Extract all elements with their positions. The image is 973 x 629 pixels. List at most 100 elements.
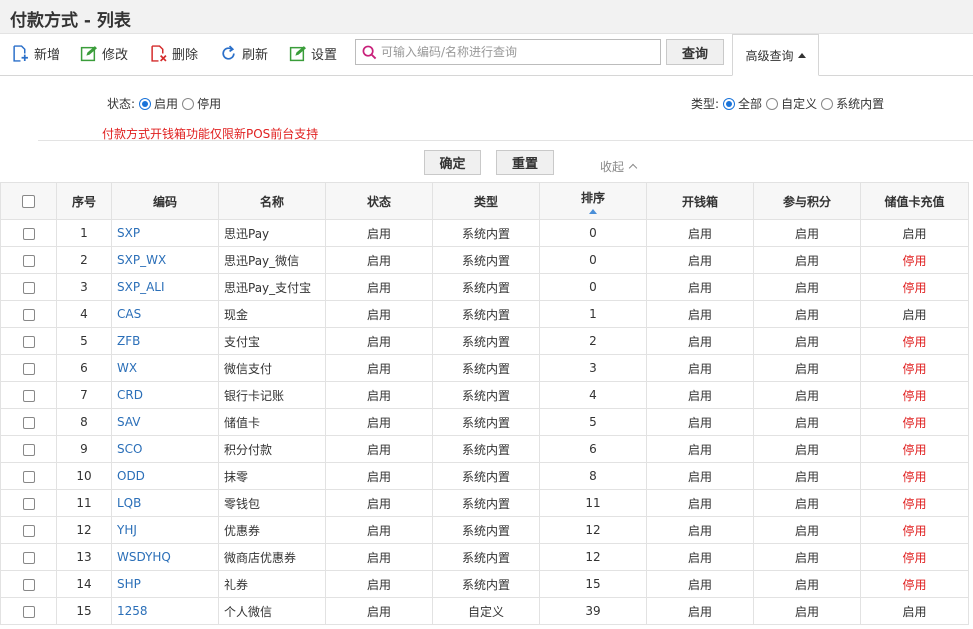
table-row[interactable]: 6 WX 微信支付 启用 系统内置 3 启用 启用 停用 <box>0 354 969 382</box>
sort-cell: 5 <box>539 408 647 436</box>
column-header-stored-value[interactable]: 储值卡充值 <box>860 182 969 220</box>
row-checkbox[interactable] <box>22 578 35 591</box>
table-row[interactable]: 7 CRD 银行卡记账 启用 系统内置 4 启用 启用 停用 <box>0 381 969 409</box>
table-row[interactable]: 2 SXP_WX 思迅Pay_微信 启用 系统内置 0 启用 启用 停用 <box>0 246 969 274</box>
cash-drawer-cell: 启用 <box>646 516 754 544</box>
row-select-cell <box>0 462 57 490</box>
stored-value-cell: 启用 <box>860 597 969 625</box>
table-row[interactable]: 11 LQB 零钱包 启用 系统内置 11 启用 启用 停用 <box>0 489 969 517</box>
type-filter: 类型: 全部 自定义 系统内置 <box>691 95 884 112</box>
points-cell: 启用 <box>753 246 861 274</box>
type-radio-custom[interactable]: 自定义 <box>766 95 817 112</box>
row-checkbox[interactable] <box>22 335 35 348</box>
code-link[interactable]: YHJ <box>111 516 219 544</box>
row-checkbox[interactable] <box>22 551 35 564</box>
table-row[interactable]: 14 SHP 礼券 启用 系统内置 15 启用 启用 停用 <box>0 570 969 598</box>
status-cell: 启用 <box>325 435 433 463</box>
column-header-points[interactable]: 参与积分 <box>753 182 861 220</box>
table-row[interactable]: 8 SAV 储值卡 启用 系统内置 5 启用 启用 停用 <box>0 408 969 436</box>
column-header-name[interactable]: 名称 <box>218 182 326 220</box>
type-cell: 自定义 <box>432 597 540 625</box>
points-cell: 启用 <box>753 354 861 382</box>
code-link[interactable]: SXP_WX <box>111 246 219 274</box>
search-input[interactable] <box>381 45 651 59</box>
refresh-button[interactable]: 刷新 <box>220 42 268 64</box>
code-link[interactable]: SXP_ALI <box>111 273 219 301</box>
row-select-cell <box>0 570 57 598</box>
row-checkbox[interactable] <box>22 497 35 510</box>
table-row[interactable]: 12 YHJ 优惠券 启用 系统内置 12 启用 启用 停用 <box>0 516 969 544</box>
points-cell: 启用 <box>753 543 861 571</box>
row-checkbox[interactable] <box>22 389 35 402</box>
table-row[interactable]: 10 ODD 抹零 启用 系统内置 8 启用 启用 停用 <box>0 462 969 490</box>
code-link[interactable]: SCO <box>111 435 219 463</box>
type-cell: 系统内置 <box>432 381 540 409</box>
row-index: 4 <box>56 300 112 328</box>
row-index: 5 <box>56 327 112 355</box>
status-filter: 状态: 启用 停用 <box>107 95 221 112</box>
status-radio-enabled[interactable]: 启用 <box>139 95 178 112</box>
row-checkbox[interactable] <box>22 281 35 294</box>
code-link[interactable]: SAV <box>111 408 219 436</box>
table-row[interactable]: 3 SXP_ALI 思迅Pay_支付宝 启用 系统内置 0 启用 启用 停用 <box>0 273 969 301</box>
stored-value-cell: 停用 <box>860 462 969 490</box>
status-radio-disabled[interactable]: 停用 <box>182 95 221 112</box>
code-link[interactable]: SHP <box>111 570 219 598</box>
row-checkbox[interactable] <box>22 416 35 429</box>
row-checkbox[interactable] <box>22 470 35 483</box>
code-link[interactable]: ZFB <box>111 327 219 355</box>
type-radio-all[interactable]: 全部 <box>723 95 762 112</box>
code-link[interactable]: CRD <box>111 381 219 409</box>
select-all-checkbox[interactable] <box>22 195 35 208</box>
column-header-cash-drawer[interactable]: 开钱箱 <box>646 182 754 220</box>
table-row[interactable]: 1 SXP 思迅Pay 启用 系统内置 0 启用 启用 启用 <box>0 219 969 247</box>
table-row[interactable]: 13 WSDYHQ 微商店优惠券 启用 系统内置 12 启用 启用 停用 <box>0 543 969 571</box>
code-link[interactable]: 1258 <box>111 597 219 625</box>
status-cell: 启用 <box>325 219 433 247</box>
row-checkbox[interactable] <box>22 443 35 456</box>
table-row[interactable]: 5 ZFB 支付宝 启用 系统内置 2 启用 启用 停用 <box>0 327 969 355</box>
row-index: 2 <box>56 246 112 274</box>
settings-button[interactable]: 设置 <box>289 42 337 64</box>
column-header-type[interactable]: 类型 <box>432 182 540 220</box>
cash-drawer-cell: 启用 <box>646 219 754 247</box>
table-row[interactable]: 4 CAS 现金 启用 系统内置 1 启用 启用 启用 <box>0 300 969 328</box>
row-checkbox[interactable] <box>22 362 35 375</box>
code-link[interactable]: LQB <box>111 489 219 517</box>
type-radio-system[interactable]: 系统内置 <box>821 95 884 112</box>
row-checkbox[interactable] <box>22 308 35 321</box>
status-cell: 启用 <box>325 516 433 544</box>
stored-value-cell: 启用 <box>860 300 969 328</box>
delete-button[interactable]: 删除 <box>150 42 198 64</box>
advanced-query-tab[interactable]: 高级查询 <box>732 34 819 76</box>
table-row[interactable]: 15 1258 个人微信 启用 自定义 39 启用 启用 启用 <box>0 597 969 625</box>
code-link[interactable]: CAS <box>111 300 219 328</box>
table-row[interactable]: 9 SCO 积分付款 启用 系统内置 6 启用 启用 停用 <box>0 435 969 463</box>
caret-up-icon <box>797 52 806 58</box>
status-cell: 启用 <box>325 462 433 490</box>
collapse-toggle[interactable]: 收起 <box>600 158 638 175</box>
column-header-status[interactable]: 状态 <box>325 182 433 220</box>
status-option-label: 停用 <box>197 97 222 111</box>
code-link[interactable]: WSDYHQ <box>111 543 219 571</box>
name-cell: 微商店优惠券 <box>218 543 326 571</box>
add-button[interactable]: 新增 <box>12 42 60 64</box>
column-header-code[interactable]: 编码 <box>111 182 219 220</box>
column-header-sort[interactable]: 排序 <box>539 182 647 220</box>
divider <box>38 140 973 141</box>
code-link[interactable]: WX <box>111 354 219 382</box>
name-cell: 储值卡 <box>218 408 326 436</box>
edit-button[interactable]: 修改 <box>80 42 128 64</box>
row-checkbox[interactable] <box>22 254 35 267</box>
row-checkbox[interactable] <box>22 227 35 240</box>
name-cell: 礼券 <box>218 570 326 598</box>
reset-button[interactable]: 重置 <box>496 150 554 175</box>
query-button[interactable]: 查询 <box>666 39 724 65</box>
row-checkbox[interactable] <box>22 605 35 618</box>
row-checkbox[interactable] <box>22 524 35 537</box>
settings-label: 设置 <box>311 47 338 63</box>
refresh-label: 刷新 <box>242 47 269 63</box>
code-link[interactable]: SXP <box>111 219 219 247</box>
confirm-button[interactable]: 确定 <box>424 150 481 175</box>
code-link[interactable]: ODD <box>111 462 219 490</box>
